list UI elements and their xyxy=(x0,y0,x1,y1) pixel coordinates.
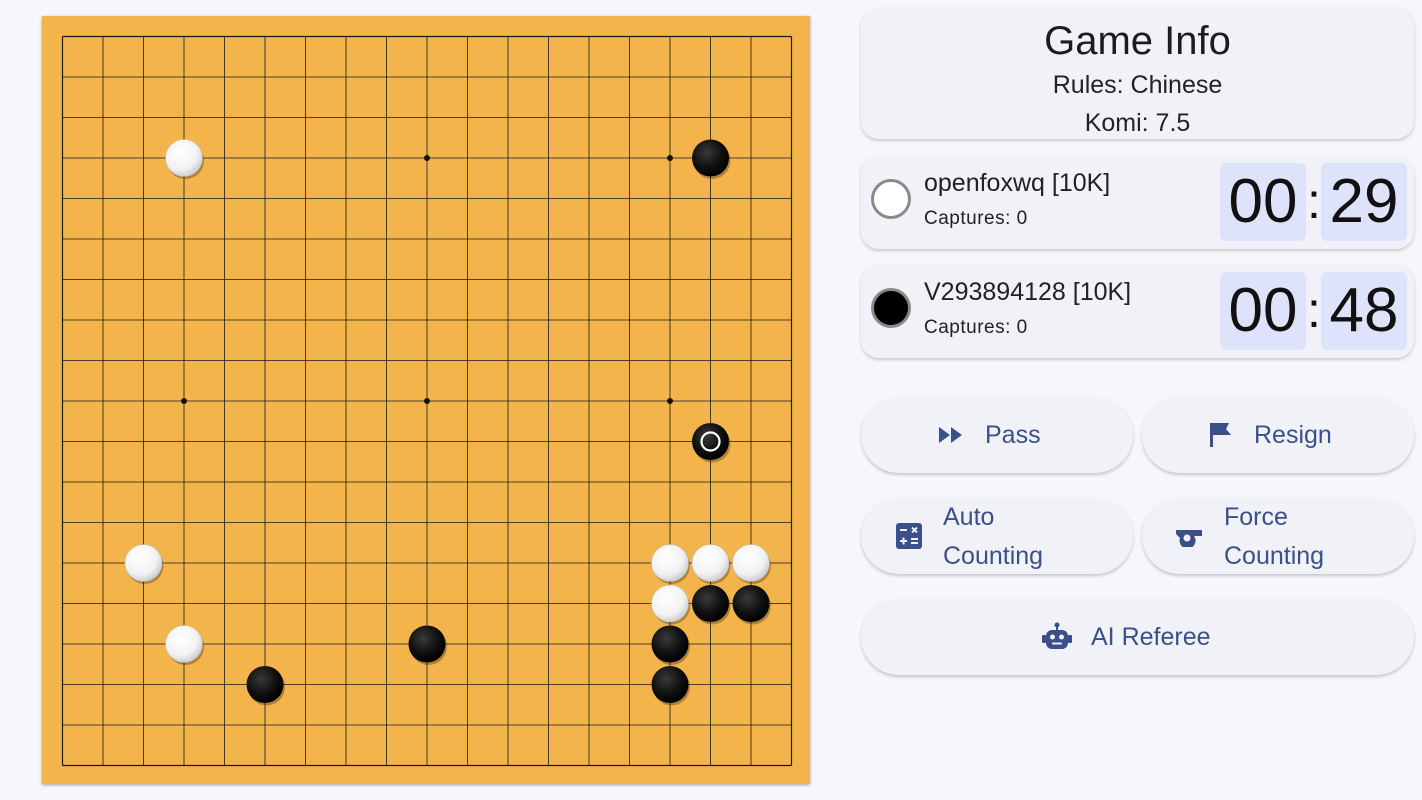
black-stone xyxy=(692,585,731,625)
force-counting-button[interactable]: Force Counting xyxy=(1142,498,1414,574)
flag-icon xyxy=(1210,423,1231,447)
robot-icon xyxy=(1042,622,1072,649)
clock-minutes: 00 xyxy=(1220,163,1306,241)
white-stone xyxy=(651,584,690,625)
white-stone-icon xyxy=(871,179,911,219)
white-stone xyxy=(691,544,731,584)
black-stone xyxy=(246,666,285,706)
ai-referee-label: AI Referee xyxy=(1091,623,1211,651)
white-stone xyxy=(732,544,771,584)
player-captures: Captures: 0 xyxy=(924,317,1028,338)
fast-forward-icon xyxy=(939,427,962,443)
black-stone xyxy=(692,423,731,463)
black-stone-icon xyxy=(871,288,911,328)
rules-text: Rules: Chinese xyxy=(1052,71,1223,99)
pass-button[interactable]: Pass xyxy=(861,397,1133,473)
auto-counting-label-1: Auto xyxy=(943,503,995,531)
force-counting-label-2: Counting xyxy=(1224,542,1325,570)
star-point xyxy=(667,398,673,404)
black-stone xyxy=(408,625,447,665)
komi-text: Komi: 7.5 xyxy=(1084,109,1191,137)
black-stone xyxy=(732,585,771,625)
white-stone xyxy=(124,544,164,584)
star-point xyxy=(181,398,187,404)
resign-button[interactable]: Resign xyxy=(1142,397,1414,473)
whistle-icon xyxy=(1176,530,1202,547)
player-name: openfoxwq [10K] xyxy=(924,169,1111,197)
game-info-title: Game Info xyxy=(1044,19,1231,63)
white-stone xyxy=(165,625,204,665)
player-name: V293894128 [10K] xyxy=(924,278,1132,306)
calculator-icon xyxy=(896,523,922,549)
clock-separator: : xyxy=(1307,173,1321,229)
white-stone xyxy=(651,544,690,584)
ai-referee-button[interactable]: AI Referee xyxy=(861,599,1414,675)
clock-minutes: 00 xyxy=(1220,272,1306,350)
auto-counting-label-2: Counting xyxy=(943,542,1044,570)
pass-label: Pass xyxy=(985,421,1041,449)
auto-counting-button[interactable]: Auto Counting xyxy=(861,498,1133,574)
black-stone xyxy=(692,139,731,179)
go-board[interactable] xyxy=(42,16,810,784)
player-card-white: openfoxwq [10K] Captures: 0 00 : 29 xyxy=(861,155,1414,249)
black-stone xyxy=(651,625,690,665)
black-stone xyxy=(651,666,690,706)
player-captures: Captures: 0 xyxy=(924,208,1028,229)
white-stone xyxy=(165,139,204,179)
player-card-black: V293894128 [10K] Captures: 0 00 : 48 xyxy=(861,264,1414,358)
force-counting-label-1: Force xyxy=(1224,503,1288,531)
star-point xyxy=(667,155,673,161)
resign-label: Resign xyxy=(1254,421,1332,449)
clock-seconds: 29 xyxy=(1321,163,1407,241)
star-point xyxy=(424,398,430,404)
clock-separator: : xyxy=(1307,282,1321,338)
game-info-panel: Game Info Rules: Chinese Komi: 7.5 xyxy=(861,7,1414,139)
board-grid[interactable] xyxy=(42,16,810,784)
star-point xyxy=(424,155,430,161)
clock-seconds: 48 xyxy=(1321,272,1407,350)
